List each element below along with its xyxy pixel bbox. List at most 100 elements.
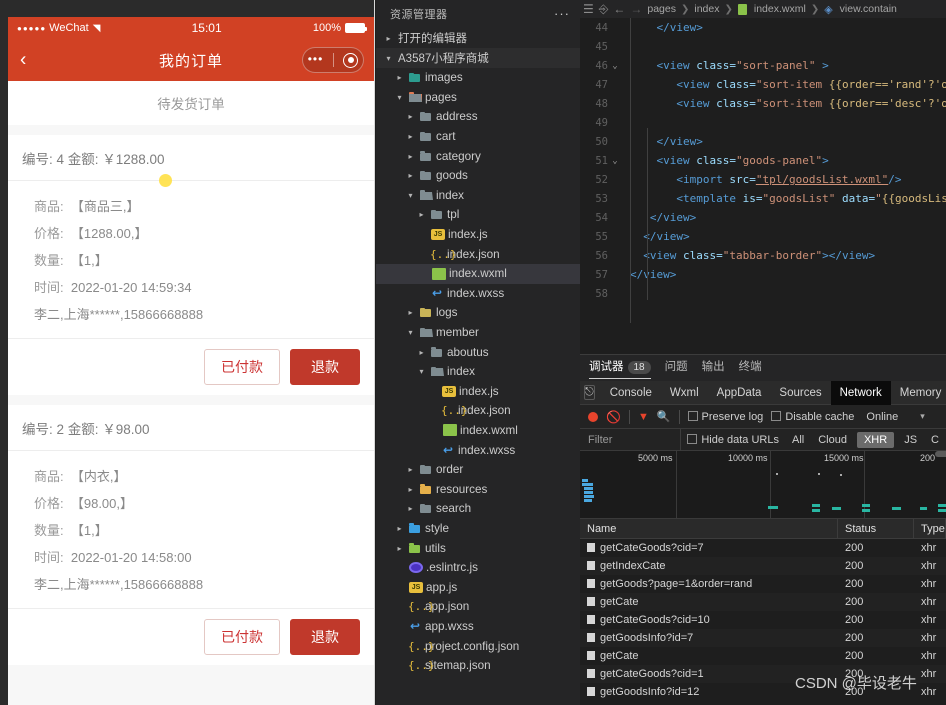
breadcrumb-file[interactable]: index.wxml (754, 3, 806, 15)
back-icon[interactable]: ‹ (20, 51, 26, 70)
code-line[interactable]: 49 (580, 113, 946, 132)
devtools-tab[interactable]: 输出 (702, 358, 725, 378)
network-request-row[interactable]: getCateGoods?cid=7 200 xhr (580, 539, 946, 557)
breadcrumb-index[interactable]: index (694, 3, 719, 15)
tree-item-pages[interactable]: ▾ pages (376, 88, 580, 108)
chevron-right-icon[interactable]: ▸ (416, 348, 427, 357)
tree-item-index-js[interactable]: · JSindex.js (376, 225, 580, 245)
clear-icon[interactable]: 🚫 (606, 410, 621, 424)
fold-toggle-icon[interactable]: ⌄ (608, 156, 622, 166)
chevron-right-icon[interactable]: ▸ (405, 308, 416, 317)
paid-button[interactable]: 已付款 (204, 349, 280, 385)
tree-item-order[interactable]: ▸ order (376, 460, 580, 480)
forward-arrow-icon[interactable]: → (630, 2, 642, 16)
tree-item-index-json[interactable]: ·{..}index.json (376, 244, 580, 264)
breadcrumb-pages[interactable]: pages (647, 3, 676, 15)
tree-item-category[interactable]: ▸ category (376, 146, 580, 166)
chevron-right-icon[interactable]: ▸ (405, 465, 416, 474)
column-header-type[interactable]: Type (914, 518, 946, 539)
tree-item-index-wxss[interactable]: · ↩ index.wxss (376, 284, 580, 304)
cursor-select-icon[interactable]: ⎋ (584, 385, 595, 400)
code-line[interactable]: 45 (580, 37, 946, 56)
explorer-section-project[interactable]: ▾ A3587小程序商城 (376, 48, 580, 68)
code-line[interactable]: 58 (580, 284, 946, 303)
tree-item-address[interactable]: ▸ address (376, 107, 580, 127)
devtools-subtab-console[interactable]: Console (601, 387, 661, 399)
tree-item-images[interactable]: ▸ images (376, 68, 580, 88)
tree-item-index[interactable]: ▾ index (376, 362, 580, 382)
code-line[interactable]: 51 ⌄ <view class="goods-panel"> (580, 151, 946, 170)
chevron-right-icon[interactable]: ▸ (405, 171, 416, 180)
network-request-row[interactable]: getGoods?page=1&order=rand 200 xhr (580, 575, 946, 593)
code-line[interactable]: 53 <template is="goodsList" data="{{good… (580, 189, 946, 208)
code-line[interactable]: 50 </view> (580, 132, 946, 151)
devtools-tab[interactable]: 调试器 18 (589, 358, 651, 379)
network-request-row[interactable]: getCateGoods?cid=1 200 xhr (580, 665, 946, 683)
network-request-row[interactable]: getIndexCate 200 xhr (580, 557, 946, 575)
tree-item-logs[interactable]: ▸ logs (376, 303, 580, 323)
chevron-right-icon[interactable]: ▸ (405, 112, 416, 121)
chevron-right-icon[interactable]: ▸ (394, 524, 405, 533)
tree-item-search[interactable]: ▸ search (376, 499, 580, 519)
waterfall-scrollbar[interactable] (935, 451, 946, 457)
refund-button[interactable]: 退款 (290, 619, 360, 655)
devtools-subtab-wxml[interactable]: Wxml (661, 387, 708, 399)
tree-item-project-config-json[interactable]: ·{..}project.config.json (376, 636, 580, 656)
tree-item-cart[interactable]: ▸ cart (376, 127, 580, 147)
chevron-down-icon[interactable]: ▾ (405, 191, 416, 200)
resource-filter-xhr[interactable]: XHR (856, 431, 895, 448)
filter-input[interactable]: Filter (580, 428, 682, 451)
wechat-capsule[interactable]: ••• (302, 47, 364, 73)
tree-item--eslintrc-js[interactable]: · .eslintrc.js (376, 558, 580, 578)
network-request-row[interactable]: getCateGoods?cid=10 200 xhr (580, 611, 946, 629)
code-line[interactable]: 54 </view> (580, 208, 946, 227)
chevron-down-icon[interactable]: ▾ (405, 328, 416, 337)
chevron-right-icon[interactable]: ▸ (405, 485, 416, 494)
tree-item-app-js[interactable]: · JSapp.js (376, 577, 580, 597)
chevron-right-icon[interactable]: ▸ (394, 73, 405, 82)
tree-item-style[interactable]: ▸ style (376, 519, 580, 539)
paid-button[interactable]: 已付款 (204, 619, 280, 655)
tree-item-aboutus[interactable]: ▸ aboutus (376, 342, 580, 362)
tree-item-resources[interactable]: ▸ resources (376, 479, 580, 499)
devtools-tab[interactable]: 终端 (739, 358, 762, 378)
devtools-subtab-appdata[interactable]: AppData (708, 387, 771, 399)
tree-item-tpl[interactable]: ▸ tpl (376, 205, 580, 225)
chevron-right-icon[interactable]: ▸ (405, 152, 416, 161)
capsule-more-icon[interactable]: ••• (308, 53, 324, 65)
code-line[interactable]: 57 </view> (580, 265, 946, 284)
network-request-row[interactable]: getCate 200 xhr (580, 647, 946, 665)
resource-filter-all[interactable]: All (785, 434, 811, 446)
code-line[interactable]: 46 ⌄ <view class="sort-panel" > (580, 56, 946, 75)
hide-data-urls-checkbox[interactable]: Hide data URLs (681, 433, 785, 446)
record-icon[interactable] (588, 411, 598, 422)
chevron-down-icon[interactable]: ▾ (920, 411, 925, 422)
preserve-log-checkbox[interactable]: Preserve log (687, 410, 763, 423)
explorer-more-icon[interactable]: ··· (554, 7, 570, 20)
capsule-close-icon[interactable] (343, 52, 359, 68)
tree-item-app-json[interactable]: ·{..}app.json (376, 597, 580, 617)
tree-item-index-wxss[interactable]: · ↩ index.wxss (376, 440, 580, 460)
throttling-select[interactable]: Online (866, 411, 898, 423)
filter-icon[interactable]: ▼ (638, 411, 649, 423)
menu-icon[interactable]: ☰ (583, 2, 594, 16)
tree-item-goods[interactable]: ▸ goods (376, 166, 580, 186)
chevron-right-icon[interactable]: ▸ (405, 504, 416, 513)
code-line[interactable]: 52 <import src="tpl/goodsList.wxml"/> (580, 170, 946, 189)
column-header-status[interactable]: Status (838, 518, 914, 539)
network-request-row[interactable]: getCate 200 xhr (580, 593, 946, 611)
tree-item-index-json[interactable]: ·{..}index.json (376, 401, 580, 421)
search-icon[interactable]: 🔍 (657, 410, 671, 423)
chevron-down-icon[interactable]: ▾ (416, 367, 427, 376)
column-header-name[interactable]: Name (580, 518, 838, 539)
code-line[interactable]: 48 <view class="sort-item {{order=='desc… (580, 94, 946, 113)
code-line[interactable]: 44 </view> (580, 18, 946, 37)
tree-item-index[interactable]: ▾ index (376, 186, 580, 206)
network-request-row[interactable]: getGoodsInfo?id=12 200 xhr (580, 683, 946, 701)
back-arrow-icon[interactable]: ← (613, 2, 625, 16)
tree-item-index-wxml[interactable]: · index.wxml (376, 263, 580, 284)
tree-item-app-wxss[interactable]: · ↩ app.wxss (376, 617, 580, 637)
chevron-right-icon[interactable]: ▸ (405, 132, 416, 141)
disable-cache-checkbox[interactable]: Disable cache (771, 410, 854, 423)
resource-filter-js[interactable]: JS (897, 434, 924, 446)
